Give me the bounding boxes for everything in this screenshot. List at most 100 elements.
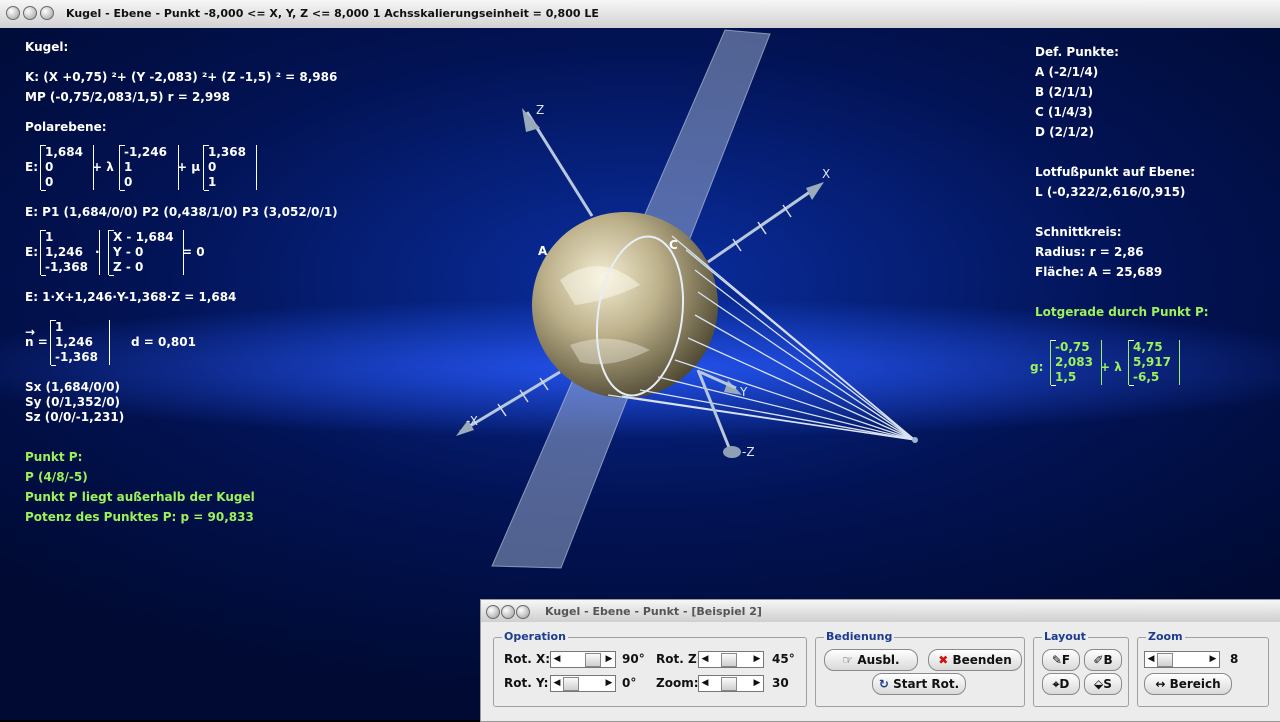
panel-minimize-button[interactable] <box>501 605 515 619</box>
x-axis-label: X <box>822 167 830 181</box>
neg-x-axis-label: -X <box>466 414 478 428</box>
neg-z-axis-end <box>723 446 741 458</box>
rot-x-left-arrow[interactable]: ◀ <box>551 652 563 667</box>
point-P-coords: P (4/8/-5) <box>25 470 88 484</box>
y-axis-label: Y <box>739 385 748 399</box>
rot-x-right-arrow[interactable]: ▶ <box>603 652 615 667</box>
bereich-label: Bereich <box>1169 677 1221 691</box>
window-title: Kugel - Ebene - Punkt -8,000 <= X, Y, Z … <box>66 7 599 20</box>
point-A-label: A <box>538 244 548 258</box>
g-direction-vector: 4,75 5,917 -6,5 <box>1128 340 1180 386</box>
beenden-button[interactable]: ✖ Beenden <box>928 649 1022 671</box>
rot-y-left-arrow[interactable]: ◀ <box>551 676 563 691</box>
zoom-right-arrow[interactable]: ▶ <box>751 676 763 691</box>
rot-y-value: 0° <box>622 676 637 690</box>
zoom-range-thumb[interactable] <box>1157 653 1173 667</box>
ausblenden-button[interactable]: ☞ Ausbl. <box>824 649 918 671</box>
ausblenden-label: Ausbl. <box>857 653 900 667</box>
rot-z-slider[interactable]: ◀ ▶ <box>698 651 764 668</box>
def-points-heading: Def. Punkte: <box>1035 45 1119 59</box>
trace-sz: Sz (0/0/-1,231) <box>25 410 125 424</box>
n-vector-label: n = <box>25 335 48 349</box>
zoom-group-label: Zoom <box>1146 630 1185 643</box>
panel-maximize-button[interactable] <box>516 605 530 619</box>
operation-group-label: Operation <box>502 630 568 643</box>
range-icon: ↔ <box>1155 677 1166 691</box>
rot-x-value: 90° <box>622 652 645 666</box>
rot-y-slider[interactable]: ◀ ▶ <box>550 675 616 692</box>
start-rotation-button[interactable]: ↻ Start Rot. <box>872 673 966 695</box>
def-point-C: C (1/4/3) <box>1035 105 1093 119</box>
zoom-range-value: 8 <box>1230 652 1239 666</box>
rot-y-label: Rot. Y: <box>504 676 549 690</box>
window-close-button[interactable] <box>6 6 20 20</box>
intersection-circle-heading: Schnittkreis: <box>1035 225 1122 239</box>
point-P-power: Potenz des Punktes P: p = 90,833 <box>25 510 254 524</box>
zoom-range-right-arrow[interactable]: ▶ <box>1207 652 1219 667</box>
def-point-D: D (2/1/2) <box>1035 125 1094 139</box>
def-point-B: B (2/1/1) <box>1035 85 1094 99</box>
sphere-center-radius: MP (-0,75/2,083/1,5) r = 2,998 <box>25 90 230 104</box>
control-panel: Kugel - Ebene - Punkt - [Beispiel 2] Ope… <box>480 599 1280 722</box>
def-point-A: A (-2/1/4) <box>1035 65 1099 79</box>
panel-title: Kugel - Ebene - Punkt - [Beispiel 2] <box>545 605 762 618</box>
window-maximize-button[interactable] <box>40 6 54 20</box>
zoom-slider[interactable]: ◀ ▶ <box>698 675 764 692</box>
point-C-label: C <box>669 238 678 252</box>
n-vector-values: 1 1,246 -1,368 <box>50 320 110 366</box>
close-x-icon: ✖ <box>938 653 949 667</box>
beenden-label: Beenden <box>952 653 1012 667</box>
plus-lambda: + λ <box>92 160 114 174</box>
foot-point: L (-0,322/2,616/0,915) <box>1035 185 1186 199</box>
rot-z-thumb[interactable] <box>721 653 737 667</box>
z-axis-label: Z <box>536 103 544 117</box>
rot-z-left-arrow[interactable]: ◀ <box>699 652 711 667</box>
window-minimize-button[interactable] <box>23 6 37 20</box>
panel-titlebar: Kugel - Ebene - Punkt - [Beispiel 2] <box>481 600 1280 622</box>
normal-form-x: X - 1,684 Y - 0Z - 0 <box>108 230 184 276</box>
zoom-thumb[interactable] <box>721 677 737 691</box>
x-axis-positive <box>707 183 821 264</box>
rot-z-right-arrow[interactable]: ▶ <box>751 652 763 667</box>
rot-y-right-arrow[interactable]: ▶ <box>603 676 615 691</box>
pen-icon: ✎ <box>1051 653 1062 667</box>
layout-b-button[interactable]: ✐B <box>1084 649 1122 671</box>
sphere <box>532 212 718 398</box>
plane-support-vector: 1,684 0 0 <box>40 145 94 191</box>
trace-sx: Sx (1,684/0/0) <box>25 380 120 394</box>
zoom-left-arrow[interactable]: ◀ <box>699 676 711 691</box>
zoom-group: Zoom ◀ ▶ 8 ↔ Bereich <box>1137 630 1269 707</box>
start-rotation-label: Start Rot. <box>893 677 960 691</box>
rot-x-label: Rot. X: <box>504 652 551 666</box>
plane-E-label-2: E: <box>25 245 38 259</box>
plane-direction-v: 1,368 0 1 <box>203 145 257 191</box>
window-titlebar: Kugel - Ebene - Punkt -8,000 <= X, Y, Z … <box>0 0 1280 29</box>
distance-d: d = 0,801 <box>131 335 196 349</box>
normal-form-n: 1 1,246 -1,368 <box>40 230 100 276</box>
operation-group: Operation Rot. X: ◀ ▶ 90° Rot. Y: ◀ ▶ 0°… <box>493 630 807 707</box>
rot-x-thumb[interactable] <box>585 653 601 667</box>
plane-points-line: E: P1 (1,684/0/0) P2 (0,438/1/0) P3 (3,0… <box>25 205 338 219</box>
foot-point-heading: Lotfußpunkt auf Ebene: <box>1035 165 1196 179</box>
bereich-button[interactable]: ↔ Bereich <box>1144 673 1232 695</box>
zoom-range-left-arrow[interactable]: ◀ <box>1145 652 1157 667</box>
layout-s-button[interactable]: ⬙S <box>1084 673 1122 695</box>
point-P-status: Punkt P liegt außerhalb der Kugel <box>25 490 255 504</box>
dot-operator: · <box>95 245 100 259</box>
intersection-area: Fläche: A = 25,689 <box>1035 265 1163 279</box>
rot-y-thumb[interactable] <box>563 677 579 691</box>
rotate-icon: ↻ <box>878 677 889 691</box>
panel-close-button[interactable] <box>486 605 500 619</box>
zoom-value: 30 <box>772 676 789 690</box>
bucket-icon: ⬙ <box>1094 677 1104 691</box>
layout-d-button[interactable]: ⌖D <box>1042 673 1080 695</box>
brush-icon: ✐ <box>1093 653 1104 667</box>
sphere-equation: K: (X +0,75) ²+ (Y -2,083) ²+ (Z -1,5) ²… <box>25 70 338 84</box>
rot-x-slider[interactable]: ◀ ▶ <box>550 651 616 668</box>
plane-E-label: E: <box>25 160 38 174</box>
rot-z-value: 45° <box>772 652 795 666</box>
neg-z-axis-label: -Z <box>742 445 755 459</box>
layout-group-label: Layout <box>1042 630 1088 643</box>
layout-f-button[interactable]: ✎F <box>1042 649 1080 671</box>
zoom-range-slider[interactable]: ◀ ▶ <box>1144 651 1220 668</box>
